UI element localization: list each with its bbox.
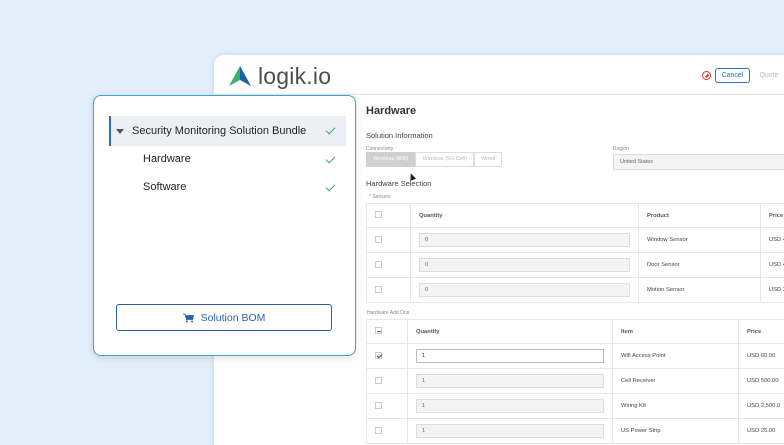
item-cell: US Power Strip [612, 418, 739, 444]
solution-info-title: Solution Information [366, 131, 433, 140]
quantity-input[interactable]: 1 [416, 399, 604, 413]
solution-bom-label: Solution BOM [200, 311, 266, 324]
sensors-label: * Sensors [369, 194, 391, 200]
quantity-input[interactable]: 0 [419, 233, 630, 247]
select-all-checkbox[interactable] [375, 211, 382, 218]
checkmark-icon [325, 153, 336, 164]
table-row: 0 Door Sensor USD 40 [366, 252, 784, 278]
hardware-selection-title: Hardware Selection [366, 179, 432, 188]
quote-button[interactable]: Quote [754, 68, 784, 83]
addons-table: Quantity Item Price 1 Wifi Access Point … [366, 319, 784, 444]
connectivity-option-5g[interactable]: Wireless (5G Cell) [415, 152, 475, 167]
table-row: 1 Cell Receiver USD 500.00 [366, 368, 784, 394]
product-cell: Door Sensor [638, 252, 761, 278]
addons-label: Hardware Add Ons [367, 310, 410, 316]
table-header-row: Quantity Product Price [366, 203, 784, 228]
price-cell: USD 500.00 [738, 368, 784, 394]
quantity-input[interactable]: 1 [416, 349, 604, 363]
table-row: 1 Wiring Kit USD 2,500.0 [366, 393, 784, 419]
connectivity-segmented-control: Wireless (Wifi) Wireless (5G Cell) Wired [366, 152, 503, 167]
price-cell: USD 25.00 [738, 418, 784, 444]
tree-item-bundle[interactable]: Security Monitoring Solution Bundle [109, 116, 346, 146]
select-all-checkbox[interactable] [375, 327, 382, 334]
item-cell: Wiring Kit [612, 393, 739, 419]
column-header: Quantity [410, 203, 639, 228]
tree-item-software[interactable]: Software [143, 181, 186, 193]
tree-item-hardware[interactable]: Hardware [143, 153, 191, 165]
price-cell: USD 2,500.0 [738, 393, 784, 419]
table-row: 1 US Power Strip USD 25.00 [366, 418, 784, 444]
logo-text: logik.io [258, 62, 332, 89]
item-cell: Wifi Access Point [612, 343, 739, 369]
table-header-row: Quantity Item Price [366, 319, 784, 344]
product-cell: Window Sensor [638, 227, 761, 253]
row-checkbox[interactable] [375, 426, 382, 434]
row-checkbox[interactable] [375, 376, 382, 384]
row-checkbox[interactable] [375, 351, 382, 359]
caret-down-icon[interactable] [116, 128, 124, 134]
connectivity-option-wifi[interactable]: Wireless (Wifi) [366, 152, 416, 167]
logo: logik.io [228, 62, 332, 89]
solution-tree-panel: Security Monitoring Solution Bundle Hard… [93, 95, 356, 356]
column-header: Price [760, 203, 784, 228]
app-header: logik.io Cancel Quote [214, 55, 784, 95]
product-cell: Motion Sensor [638, 277, 761, 303]
row-checkbox[interactable] [375, 285, 382, 293]
column-header: Product [638, 203, 761, 228]
block-icon[interactable] [702, 71, 711, 80]
quantity-input[interactable]: 1 [416, 374, 604, 388]
price-cell: USD 35 [760, 277, 784, 303]
cart-icon [182, 313, 194, 322]
cancel-button[interactable]: Cancel [715, 68, 750, 83]
table-row: 0 Motion Sensor USD 35 [366, 277, 784, 303]
price-cell: USD 40 [760, 227, 784, 253]
row-checkbox[interactable] [375, 235, 382, 243]
region-label: Region [613, 146, 629, 152]
checkmark-icon [325, 181, 336, 192]
page-title: Hardware [366, 105, 417, 117]
row-checkbox[interactable] [375, 401, 382, 409]
item-cell: Cell Receiver [612, 368, 739, 394]
sensors-table: Quantity Product Price 0 Window Sensor U… [366, 203, 784, 303]
column-header: Quantity [407, 319, 613, 344]
column-header: Price [738, 319, 784, 344]
region-select[interactable]: United States [613, 154, 784, 170]
row-checkbox[interactable] [375, 260, 382, 268]
quantity-input[interactable]: 0 [419, 283, 630, 297]
connectivity-option-wired[interactable]: Wired [474, 152, 503, 167]
column-header: Item [612, 319, 739, 344]
logik-logo-icon [229, 66, 251, 86]
quantity-input[interactable]: 1 [416, 424, 604, 438]
table-row: 0 Window Sensor USD 40 [366, 227, 784, 253]
quantity-input[interactable]: 0 [419, 258, 630, 272]
solution-bom-button[interactable]: Solution BOM [116, 304, 332, 331]
tree-item-label: Security Monitoring Solution Bundle [132, 125, 307, 137]
price-cell: USD 40 [760, 252, 784, 278]
table-row: 1 Wifi Access Point USD 60.00 [366, 343, 784, 369]
price-cell: USD 60.00 [738, 343, 784, 369]
